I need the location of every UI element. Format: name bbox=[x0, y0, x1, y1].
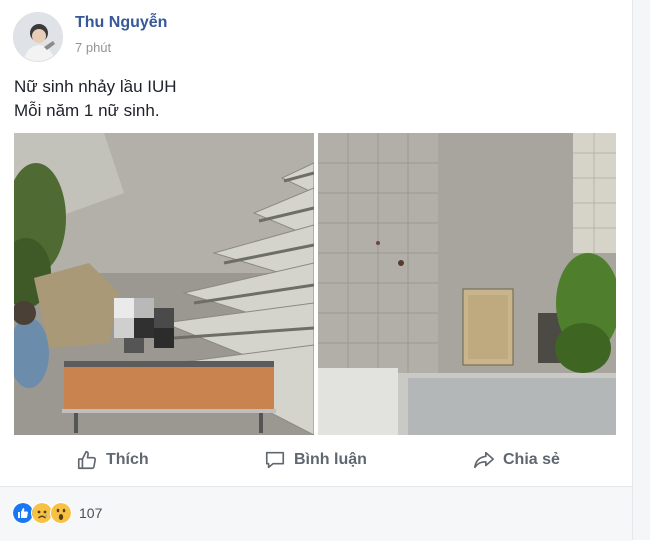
avatar[interactable] bbox=[13, 12, 63, 62]
post-text-line: Nữ sinh nhảy lầu IUH bbox=[14, 77, 177, 96]
post-timestamp[interactable]: 7 phút bbox=[75, 40, 111, 55]
share-icon bbox=[474, 451, 494, 469]
reactions-summary[interactable]: 107 bbox=[12, 502, 102, 524]
scrollbar[interactable] bbox=[632, 0, 650, 540]
post-text: Nữ sinh nhảy lầu IUH Mỗi năm 1 nữ sinh. bbox=[14, 75, 177, 123]
comment-button[interactable]: Bình luận bbox=[264, 440, 367, 480]
reaction-count: 107 bbox=[79, 505, 103, 521]
post-photo-left[interactable] bbox=[14, 133, 314, 435]
thumbs-up-icon bbox=[77, 450, 97, 470]
like-label: Thích bbox=[106, 451, 149, 468]
share-button[interactable]: Chia sẻ bbox=[473, 440, 560, 480]
post-card: Thu Nguyễn 7 phút Nữ sinh nhảy lầu IUH M… bbox=[0, 0, 632, 541]
post-photo-right[interactable] bbox=[318, 133, 616, 435]
author-name[interactable]: Thu Nguyễn bbox=[75, 14, 167, 32]
share-label: Chia sẻ bbox=[503, 451, 560, 468]
post-actions-bar: Thích Bình luận Chia sẻ bbox=[14, 440, 616, 480]
wow-icon bbox=[50, 502, 72, 524]
comment-label: Bình luận bbox=[294, 451, 367, 468]
reactions-footer: 107 bbox=[0, 486, 632, 541]
comment-icon bbox=[265, 451, 285, 469]
like-button[interactable]: Thích bbox=[76, 440, 149, 480]
post-text-line: Mỗi năm 1 nữ sinh. bbox=[14, 101, 160, 120]
